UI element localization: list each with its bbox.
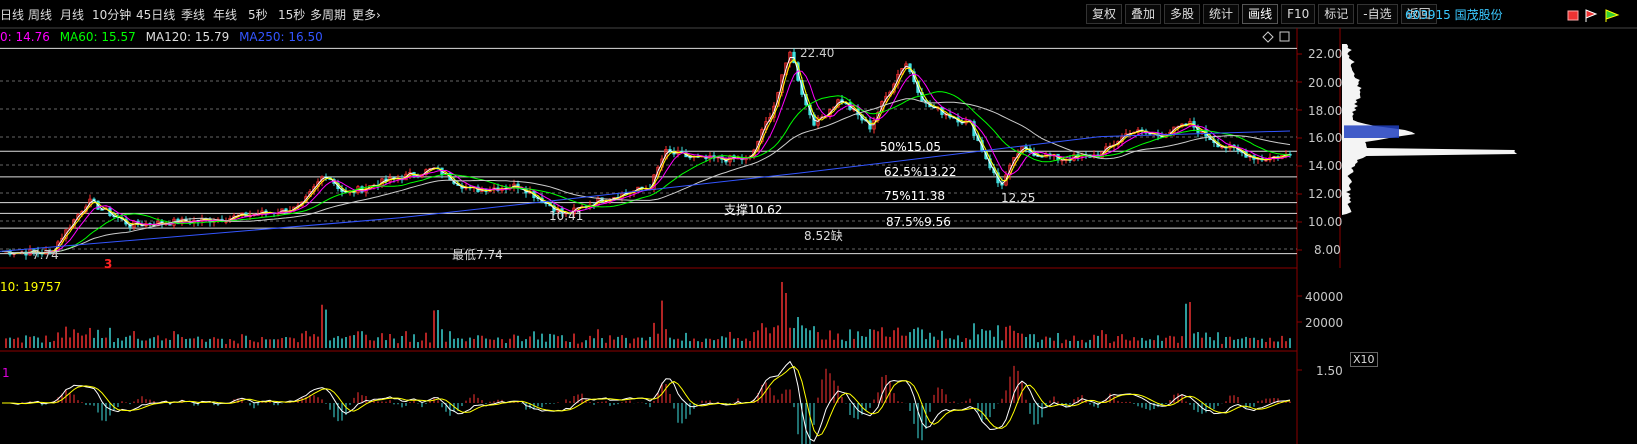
gap-label: 8.52缺	[804, 229, 843, 243]
dea-line	[2, 365, 1291, 437]
annotation-low-left: 7.74	[32, 248, 59, 262]
lowest-label: 最低7.74	[452, 248, 503, 262]
support-label: 支撑10.62	[724, 203, 783, 217]
fib-level-75: 75%11.38	[884, 189, 946, 203]
price-axis-22: 22.00	[1308, 47, 1343, 61]
kline-chart[interactable]	[0, 0, 1637, 444]
price-axis-12: 12.00	[1308, 187, 1343, 201]
volume-legend: 10: 19757	[0, 280, 62, 294]
fib-level-625: 62.5%13.22	[884, 165, 957, 179]
ma60-line	[1, 91, 1291, 254]
fib-level-50: 50%15.05	[880, 140, 942, 154]
signal-marker: 3	[104, 257, 113, 271]
square-icon	[1279, 31, 1290, 42]
volume-profile-highlight	[1344, 125, 1399, 138]
fib-level-875: 87.5%9.56	[886, 215, 951, 229]
volume-scale-badge[interactable]: X10	[1350, 352, 1378, 367]
diamond-icon	[1262, 31, 1274, 43]
price-axis-10: 10.00	[1308, 215, 1343, 229]
ma120-line	[1, 98, 1291, 254]
price-axis-14: 14.00	[1308, 159, 1343, 173]
volume-axis-20000: 20000	[1305, 316, 1344, 330]
indicator-label: 1	[2, 366, 10, 380]
annotation-high: 22.40	[800, 46, 835, 60]
annotation-1041: 10.41	[549, 209, 584, 223]
ma250-line	[0, 130, 1291, 252]
annotation-1225: 12.25	[1001, 191, 1036, 205]
price-axis-18: 18.00	[1308, 104, 1343, 118]
volume-axis-40000: 40000	[1305, 290, 1344, 304]
price-axis-16: 16.00	[1308, 131, 1343, 145]
price-axis-8: 8.00	[1314, 243, 1341, 257]
indicator-axis-150: 1.50	[1316, 364, 1343, 378]
ma20-line	[1, 70, 1291, 254]
price-axis-20: 20.00	[1308, 76, 1343, 90]
